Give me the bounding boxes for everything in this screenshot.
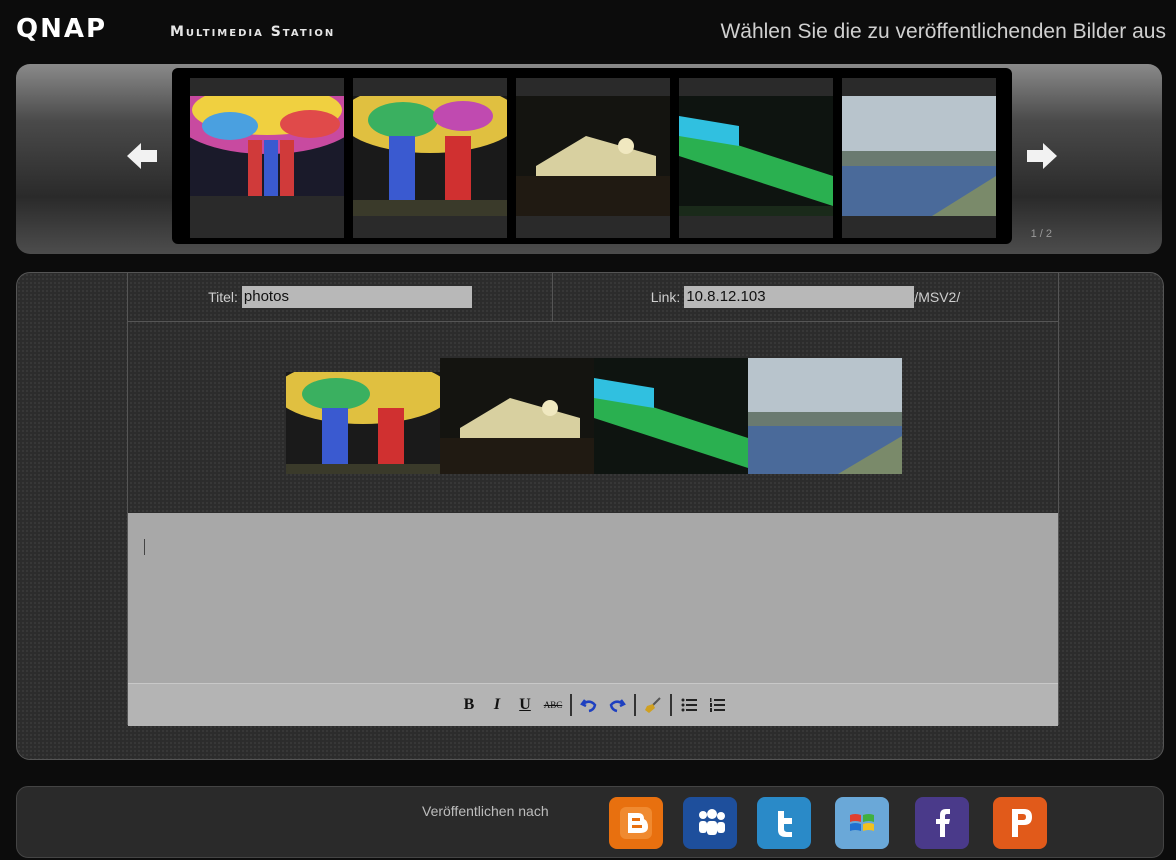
- link-input[interactable]: 10.8.12.103: [684, 286, 915, 308]
- previous-page-button[interactable]: [120, 134, 164, 178]
- thumbnail-night-tent[interactable]: [516, 78, 670, 238]
- thumbnail-image: [679, 96, 833, 216]
- myspace-icon: [699, 809, 725, 835]
- preview-image-3: [594, 358, 748, 474]
- thumbnail-image: [516, 96, 670, 216]
- post-editor-panel: Titel: photos Link: 10.8.12.103 /MSV2/ B…: [16, 272, 1164, 760]
- toolbar-separator: [634, 694, 636, 716]
- numbered-list-icon: [710, 698, 725, 712]
- twitter-icon: [778, 811, 792, 837]
- publish-blogger-button[interactable]: [609, 797, 663, 849]
- underline-button[interactable]: U: [514, 694, 536, 716]
- undo-icon: [580, 699, 597, 713]
- title-input[interactable]: photos: [241, 286, 472, 308]
- publish-facebook-button[interactable]: [915, 797, 969, 849]
- link-field-cell: Link: 10.8.12.103 /MSV2/: [553, 273, 1058, 321]
- thumbnail-image: [842, 96, 996, 216]
- preview-image-4: [748, 358, 902, 474]
- thumbnail-image: [190, 96, 344, 216]
- broom-icon: [645, 697, 661, 713]
- thumbnail-colorful-dome[interactable]: [190, 78, 344, 238]
- redo-button[interactable]: [606, 694, 628, 716]
- qnap-logo: QNAP: [16, 14, 108, 44]
- page-title: Wählen Sie die zu veröffentlichenden Bil…: [720, 20, 1166, 43]
- undo-button[interactable]: [578, 694, 600, 716]
- selected-photos-preview: [128, 322, 1058, 512]
- photo-strip-panel: 1 / 2: [16, 64, 1162, 254]
- redo-icon: [609, 699, 626, 713]
- editor-box: Titel: photos Link: 10.8.12.103 /MSV2/ B…: [127, 273, 1059, 726]
- app-window: QNAP Multimedia Station Wählen Sie die z…: [0, 0, 1176, 860]
- arrow-left-icon: [127, 143, 157, 169]
- publish-bar: Veröffentlichen nach: [16, 786, 1164, 858]
- page-indicator: 1 / 2: [1030, 228, 1052, 240]
- field-row: Titel: photos Link: 10.8.12.103 /MSV2/: [128, 273, 1058, 322]
- thumbnail-waterfront-walkway[interactable]: [842, 78, 996, 238]
- bullet-list-icon: [681, 698, 697, 712]
- blogger-icon: [620, 807, 652, 839]
- link-label: Link:: [650, 289, 681, 305]
- title-field-cell: Titel: photos: [128, 273, 553, 321]
- publish-twitter-button[interactable]: [757, 797, 811, 849]
- strikethrough-button[interactable]: ABC: [542, 694, 564, 716]
- clean-format-button[interactable]: [642, 694, 664, 716]
- publish-plurk-button[interactable]: [993, 797, 1047, 849]
- publish-label: Veröffentlichen nach: [422, 803, 549, 819]
- bold-button[interactable]: B: [458, 694, 480, 716]
- app-name: Multimedia Station: [170, 24, 336, 40]
- next-page-button[interactable]: [1020, 134, 1064, 178]
- formatting-toolbar: B I U ABC: [128, 683, 1058, 726]
- preview-image-1: [286, 372, 440, 474]
- toolbar-separator: [570, 694, 572, 716]
- arrow-right-icon: [1027, 143, 1057, 169]
- publish-myspace-button[interactable]: [683, 797, 737, 849]
- windows-live-icon: [850, 814, 874, 831]
- italic-button[interactable]: I: [486, 694, 508, 716]
- text-caret: [144, 539, 145, 555]
- plurk-icon: [1012, 809, 1032, 837]
- thumbnail-colorful-dome-pillars[interactable]: [353, 78, 507, 238]
- post-body-textarea[interactable]: [128, 513, 1058, 683]
- toolbar-separator: [670, 694, 672, 716]
- publish-windows-live-button[interactable]: [835, 797, 889, 849]
- numbered-list-button[interactable]: [706, 694, 728, 716]
- facebook-icon: [936, 809, 950, 837]
- thumbnail-green-lit-bridge[interactable]: [679, 78, 833, 238]
- preview-image-2: [440, 358, 594, 474]
- thumbnail-image: [353, 96, 507, 216]
- title-label: Titel:: [208, 289, 238, 305]
- bulleted-list-button[interactable]: [678, 694, 700, 716]
- link-suffix: /MSV2/: [914, 289, 961, 305]
- thumbnail-strip: [172, 68, 1012, 244]
